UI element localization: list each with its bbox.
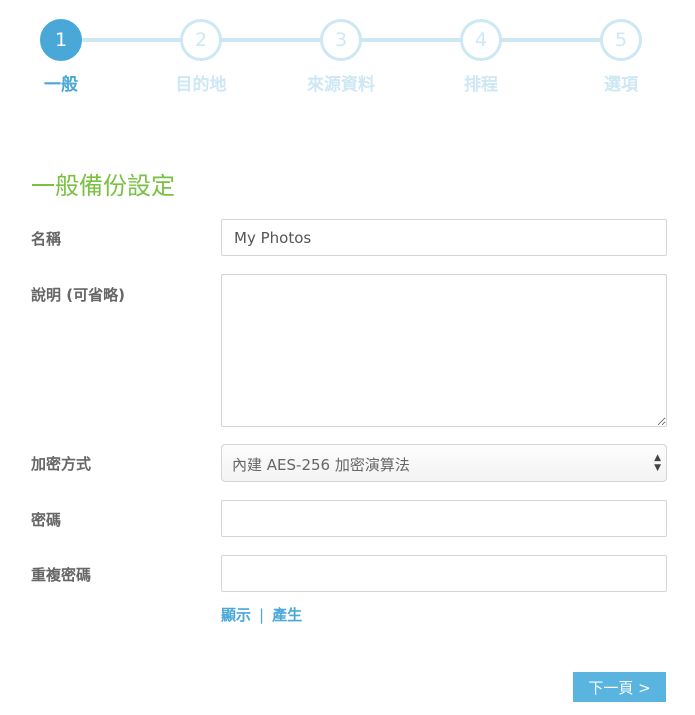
next-button[interactable]: 下一頁 > [573,672,666,702]
step-4[interactable]: 4 排程 [421,19,541,95]
step-label: 排程 [464,75,498,95]
description-label: 說明 (可省略) [31,286,125,304]
step-label: 一般 [44,75,78,95]
link-separator: | [259,606,265,624]
encryption-select[interactable]: 內建 AES-256 加密演算法 ▲ ▼ [221,444,667,482]
step-label: 目的地 [175,75,227,95]
step-number: 1 [40,19,82,61]
password-links: 顯示 | 產生 [221,604,302,625]
step-number: 5 [600,19,642,61]
description-textarea[interactable] [221,274,667,427]
generate-password-link[interactable]: 產生 [272,606,302,624]
step-number: 3 [320,19,362,61]
up-down-arrows-icon: ▲ ▼ [654,453,661,473]
step-number: 2 [180,19,222,61]
section-title: 一般備份設定 [31,172,175,200]
step-number: 4 [460,19,502,61]
step-label: 選項 [604,75,638,95]
confirm-password-input[interactable] [221,555,667,592]
password-input[interactable] [221,500,667,537]
encryption-label: 加密方式 [31,455,92,473]
step-label: 來源資料 [307,75,375,95]
password-label: 密碼 [31,511,62,529]
confirm-password-label: 重複密碼 [31,566,92,584]
encryption-selected-value: 內建 AES-256 加密演算法 [232,456,410,474]
step-5[interactable]: 5 選項 [561,19,681,95]
name-input[interactable] [221,219,667,256]
name-label: 名稱 [31,230,62,248]
step-1[interactable]: 1 一般 [1,19,121,95]
step-2[interactable]: 2 目的地 [141,19,261,95]
wizard-stepper: 1 一般 2 目的地 3 來源資料 4 排程 5 選項 [0,0,695,110]
show-password-link[interactable]: 顯示 [221,606,251,624]
step-3[interactable]: 3 來源資料 [281,19,401,95]
